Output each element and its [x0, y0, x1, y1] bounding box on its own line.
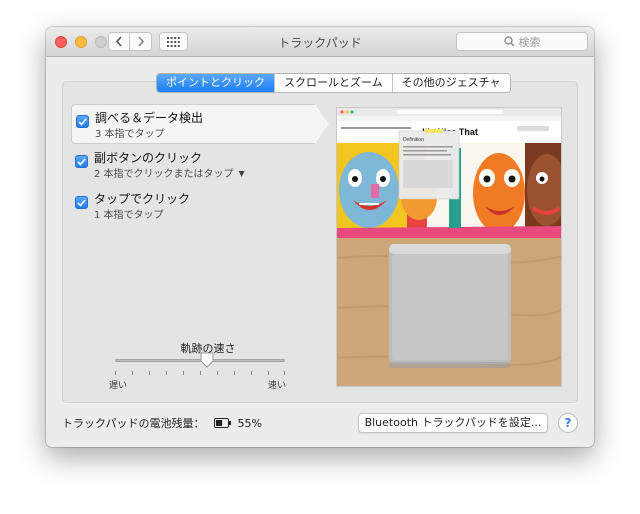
- tap-to-click-title: タップでクリック: [94, 192, 191, 206]
- tab-bar: ポイントとクリック スクロールとズーム その他のジェスチャ: [156, 73, 511, 93]
- checkmark-icon: [77, 198, 86, 207]
- preview-illustration: It's Nice That: [337, 108, 561, 386]
- checkmark-icon: [78, 117, 87, 126]
- slider-max-label: 速い: [268, 381, 287, 391]
- tab-point-and-click[interactable]: ポイントとクリック: [157, 74, 274, 92]
- slider-thumb-icon: [200, 352, 214, 368]
- search-placeholder: 検索: [518, 35, 541, 49]
- help-button[interactable]: ?: [558, 413, 578, 433]
- slider-tick: [183, 371, 184, 375]
- preferences-window: トラックパッド 検索 ポイントとクリック スクロールとズーム その他のジェスチャ…: [46, 27, 594, 447]
- preview-popup-title: Definition: [403, 137, 424, 143]
- option-lookup[interactable]: 調べる＆データ検出 3 本指でタップ: [71, 104, 329, 144]
- slider-tick: [149, 371, 150, 375]
- option-secondary-click[interactable]: 副ボタンのクリック 2 本指でクリックまたはタップ ▼: [71, 145, 315, 185]
- slider-tick: [251, 371, 252, 375]
- slider-tick: [115, 371, 116, 375]
- battery-status: トラックパッドの電池残量： 55%: [62, 415, 262, 431]
- secondary-click-subtitle: 2 本指でクリックまたはタップ: [94, 169, 234, 180]
- tap-to-click-checkbox[interactable]: [75, 196, 88, 209]
- content-panel: 調べる＆データ検出 3 本指でタップ 副ボタンのクリック 2 本指でクリックまた…: [62, 81, 578, 403]
- slider-tick: [217, 371, 218, 375]
- slider-tick: [166, 371, 167, 375]
- slider-min-label: 遅い: [109, 381, 128, 391]
- lookup-title: 調べる＆データ検出: [95, 111, 204, 125]
- slider-tick: [200, 371, 201, 375]
- tab-scroll-and-zoom[interactable]: スクロールとズーム: [274, 74, 392, 92]
- slider-tick: [132, 371, 133, 375]
- secondary-click-subtitle-row[interactable]: 2 本指でクリックまたはタップ ▼: [94, 165, 245, 180]
- checkmark-icon: [77, 157, 86, 166]
- lookup-checkbox[interactable]: [76, 115, 89, 128]
- slider-thumb[interactable]: [200, 352, 214, 371]
- lookup-subtitle: 3 本指でタップ: [95, 129, 165, 140]
- option-tap-to-click[interactable]: タップでクリック 1 本指でタップ: [71, 186, 315, 226]
- slider-tick: [284, 371, 285, 375]
- slider-tick: [234, 371, 235, 375]
- search-icon: [503, 36, 514, 47]
- tap-to-click-subtitle: 1 本指でタップ: [94, 210, 164, 221]
- secondary-click-checkbox[interactable]: [75, 155, 88, 168]
- title-bar: トラックパッド 検索: [46, 27, 594, 57]
- battery-label: トラックパッドの電池残量：: [62, 417, 205, 430]
- tab-more-gestures[interactable]: その他のジェスチャ: [391, 74, 510, 92]
- gesture-preview: It's Nice That: [336, 107, 562, 387]
- setup-bluetooth-trackpad-button[interactable]: Bluetooth トラックパッドを設定...: [358, 413, 548, 433]
- battery-percent: 55%: [237, 416, 262, 430]
- battery-icon: [214, 418, 232, 428]
- search-field[interactable]: 検索: [456, 32, 588, 51]
- secondary-click-title: 副ボタンのクリック: [94, 151, 203, 165]
- slider-tick: [268, 371, 269, 375]
- chevron-down-icon[interactable]: ▼: [239, 169, 245, 178]
